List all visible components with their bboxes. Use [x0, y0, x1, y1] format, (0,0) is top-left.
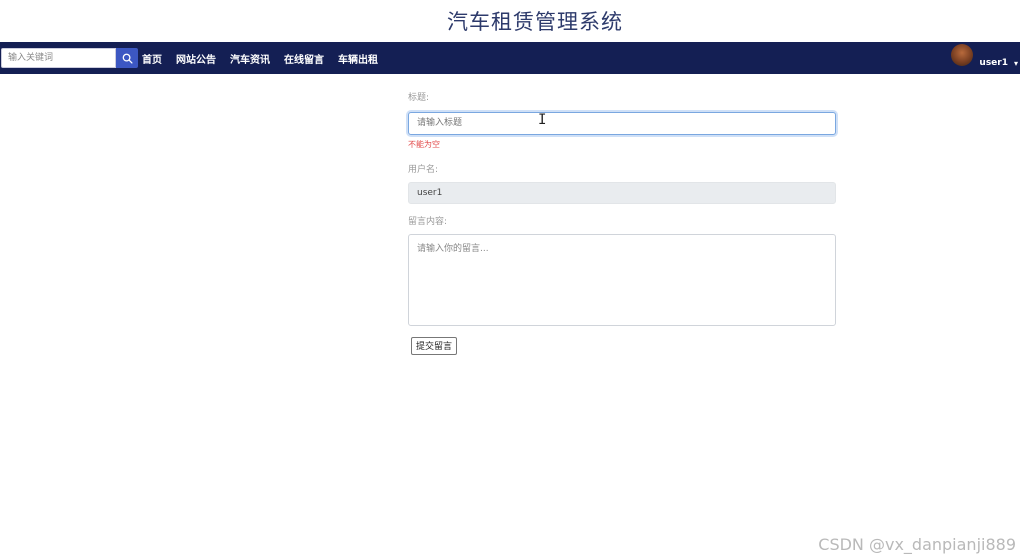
submit-message-button[interactable]: 提交留言: [411, 336, 458, 355]
top-navbar: 首页 网站公告 汽车资讯 在线留言 车辆出租 user1 ▾: [0, 42, 1020, 74]
nav-item-home[interactable]: 首页: [142, 51, 162, 66]
site-title: 汽车租赁管理系统: [447, 10, 623, 34]
watermark: CSDN @vx_danpianji889: [818, 535, 1016, 554]
title-input[interactable]: [408, 111, 836, 135]
search-icon: [122, 53, 133, 64]
search-input[interactable]: [1, 48, 116, 68]
message-form: 标题: 不能为空 用户名: user1 留言内容: 提交留言: [408, 90, 836, 355]
message-label: 留言内容:: [408, 216, 448, 227]
title-label: 标题:: [408, 93, 430, 103]
username[interactable]: user1: [979, 58, 1008, 68]
search-bar: [1, 48, 138, 68]
text-cursor-icon: I: [538, 112, 547, 128]
chevron-down-icon[interactable]: ▾: [1014, 59, 1018, 68]
message-textarea[interactable]: [408, 233, 836, 326]
title-error-message: 不能为空: [408, 139, 440, 149]
nav-item-car-rental[interactable]: 车辆出租: [338, 51, 378, 66]
user-menu[interactable]: user1 ▾: [951, 42, 1020, 74]
search-button[interactable]: [116, 48, 138, 68]
username-label: 用户名:: [408, 164, 439, 175]
avatar[interactable]: [951, 44, 974, 66]
nav-item-car-news[interactable]: 汽车资讯: [230, 51, 270, 66]
nav-item-online-message[interactable]: 在线留言: [284, 51, 324, 66]
username-field: user1: [408, 181, 836, 204]
nav-item-announcements[interactable]: 网站公告: [176, 51, 216, 66]
